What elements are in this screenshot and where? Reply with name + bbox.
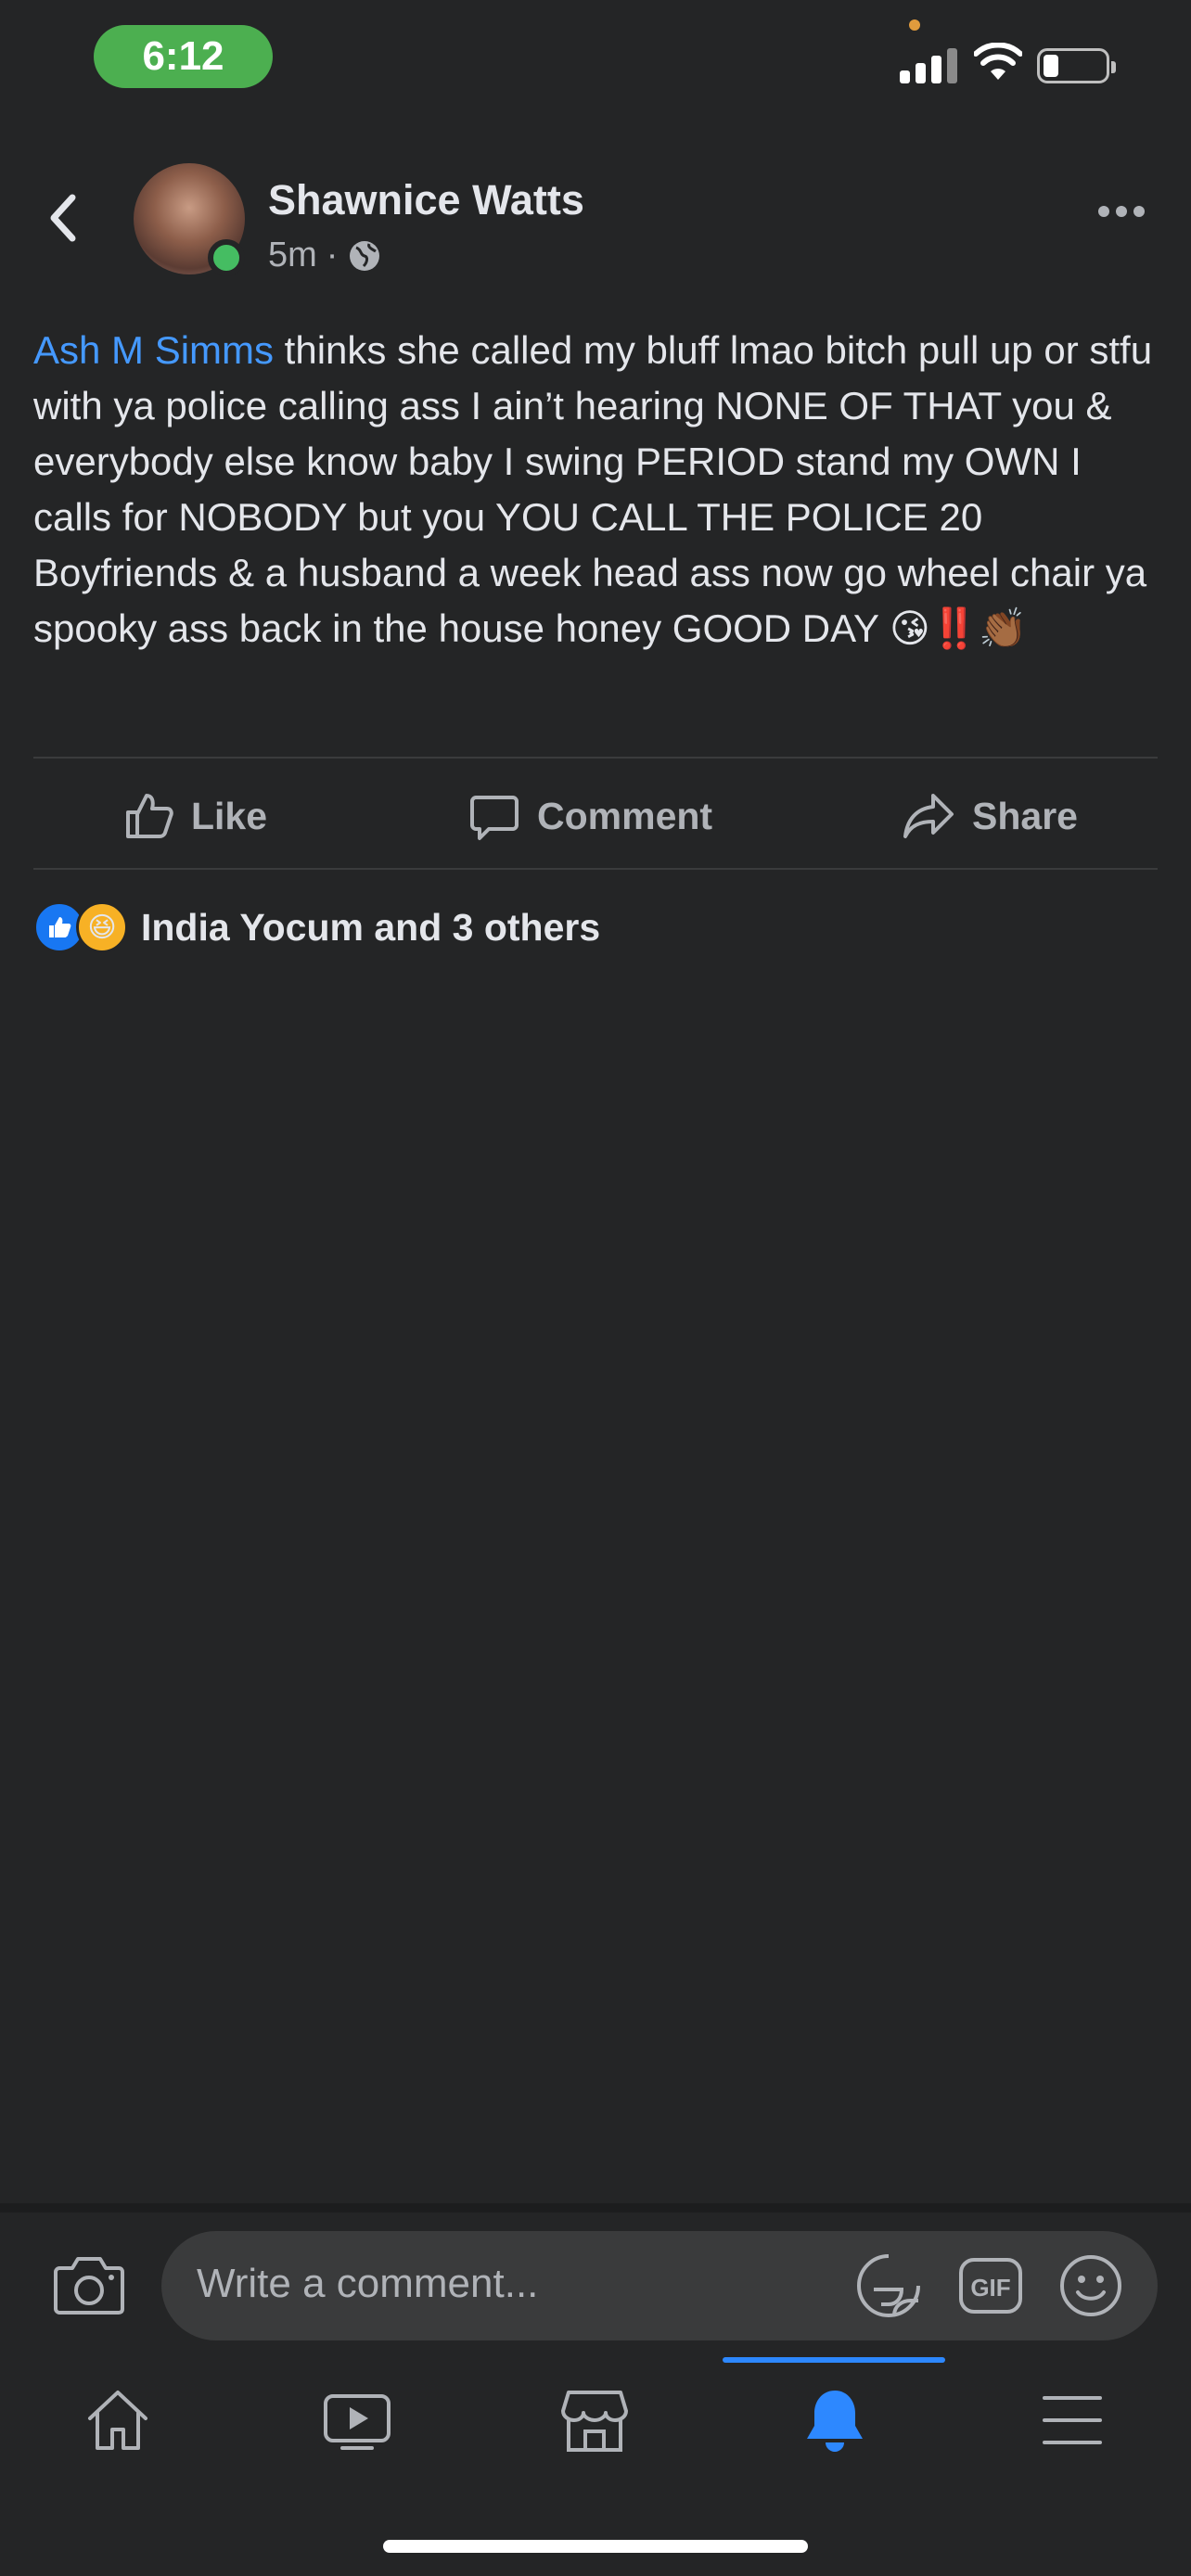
watch-icon[interactable] xyxy=(322,2385,392,2455)
marketplace-icon[interactable] xyxy=(559,2385,630,2455)
emoji-icon[interactable] xyxy=(1056,2251,1126,2321)
comment-placeholder[interactable]: Write a comment... xyxy=(197,2261,538,2307)
post-emojis: 😘‼️👏🏾 xyxy=(889,606,1028,650)
like-label: Like xyxy=(191,794,268,837)
haha-reaction-icon: 😆 xyxy=(76,901,128,953)
svg-text:GIF: GIF xyxy=(970,2274,1010,2302)
post-text: Ash M Simms thinks she called my bluff l… xyxy=(33,323,1165,657)
divider xyxy=(33,868,1158,870)
back-icon[interactable] xyxy=(45,190,82,246)
wifi-icon xyxy=(974,43,1022,80)
battery-icon xyxy=(1037,48,1116,83)
menu-icon[interactable] xyxy=(1037,2385,1108,2455)
post-time[interactable]: 5m xyxy=(268,236,317,275)
post-meta: 5m · xyxy=(268,236,382,275)
notifications-icon[interactable] xyxy=(800,2385,870,2455)
home-icon[interactable] xyxy=(83,2385,153,2455)
share-label: Share xyxy=(972,794,1078,837)
camera-icon[interactable] xyxy=(52,2251,126,2318)
more-icon[interactable] xyxy=(1098,206,1145,217)
divider xyxy=(33,757,1158,759)
post-author[interactable]: Shawnice Watts xyxy=(268,176,584,224)
share-icon xyxy=(903,794,954,838)
reactions-summary[interactable]: 😆 India Yocum and 3 others xyxy=(33,901,600,953)
home-indicator xyxy=(383,2540,808,2553)
meta-separator: · xyxy=(326,236,339,274)
status-time: 6:12 xyxy=(94,25,273,88)
signal-icon xyxy=(900,45,959,83)
comment-icon xyxy=(470,796,519,840)
gif-icon[interactable]: GIF xyxy=(955,2251,1026,2321)
comment-label: Comment xyxy=(537,794,713,837)
sticker-icon[interactable] xyxy=(853,2251,924,2321)
comment-button[interactable]: Comment xyxy=(468,784,712,848)
like-icon xyxy=(126,794,173,838)
online-status-dot xyxy=(208,239,245,276)
mention-link[interactable]: Ash M Simms xyxy=(33,328,274,372)
post-body-text: thinks she called my bluff lmao bitch pu… xyxy=(33,328,1153,650)
share-button[interactable]: Share xyxy=(902,784,1078,848)
reactions-text: India Yocum and 3 others xyxy=(141,905,601,949)
like-button[interactable]: Like xyxy=(122,784,267,848)
privacy-indicator xyxy=(909,19,920,31)
globe-icon xyxy=(350,240,380,271)
active-tab-indicator xyxy=(723,2357,945,2363)
